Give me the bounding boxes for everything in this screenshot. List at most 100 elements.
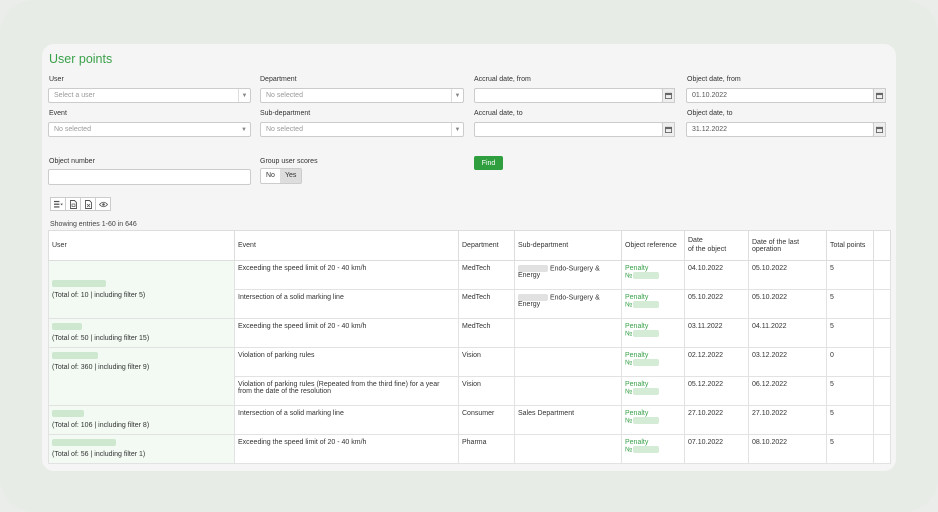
reference-cell[interactable]: Penalty № <box>621 289 685 319</box>
chevron-down-icon: ▼ <box>241 126 247 133</box>
calendar-icon[interactable] <box>873 122 886 137</box>
table-row[interactable]: (Total of: 50 | including filter 15) Exc… <box>48 318 891 348</box>
reference-cell[interactable]: Penalty № <box>621 405 685 435</box>
view-button[interactable] <box>95 197 111 211</box>
date-object-cell: 07.10.2022 <box>684 434 749 464</box>
date-last-cell: 27.10.2022 <box>748 405 827 435</box>
subdepartment-label: Sub-department <box>260 110 311 117</box>
event-select[interactable]: No selected ▼ <box>48 122 251 137</box>
find-button[interactable]: Find <box>474 156 503 170</box>
reference-cell[interactable]: Penalty № <box>621 260 685 290</box>
points-cell: 0 <box>826 347 874 377</box>
col-subdepartment[interactable]: Sub-department <box>514 230 622 261</box>
user-name-redacted[interactable] <box>52 410 84 417</box>
object-to-input[interactable]: 31.12.2022 <box>686 122 874 137</box>
col-object-reference[interactable]: Object reference <box>621 230 685 261</box>
toggle-no[interactable]: No <box>261 169 280 183</box>
user-name-redacted[interactable] <box>52 352 98 359</box>
date-object-cell: 05.12.2022 <box>684 376 749 406</box>
reference-cell[interactable]: Penalty № <box>621 434 685 464</box>
accrual-from-input[interactable] <box>474 88 663 103</box>
event-cell: Exceeding the speed limit of 20 - 40 km/… <box>234 434 459 464</box>
chevron-down-icon: ▼ <box>451 89 463 102</box>
export-excel-button[interactable] <box>80 197 96 211</box>
user-name-redacted[interactable] <box>52 280 106 287</box>
object-number-input[interactable] <box>48 169 251 185</box>
table-toolbar <box>50 197 111 211</box>
date-last-cell: 05.10.2022 <box>748 260 827 290</box>
list-icon <box>53 200 63 208</box>
event-cell: Intersection of a solid marking line <box>234 405 459 435</box>
col-date-last[interactable]: Date of the last operation <box>748 230 827 261</box>
points-cell: 5 <box>826 289 874 319</box>
chevron-down-icon: ▼ <box>451 123 463 136</box>
main-panel: User points User Department Accrual date… <box>42 44 896 471</box>
group-scores-label: Group user scores <box>260 158 318 165</box>
user-label: User <box>49 76 64 83</box>
table-row[interactable]: (Total of: 360 | including filter 9) Vio… <box>48 347 891 406</box>
reference-cell[interactable]: Penalty № <box>621 347 685 377</box>
department-cell: MedTech <box>458 289 515 319</box>
table-row[interactable]: (Total of: 10 | including filter 5) Exce… <box>48 260 891 319</box>
col-spacer <box>873 230 891 261</box>
date-last-cell: 03.12.2022 <box>748 347 827 377</box>
col-event[interactable]: Event <box>234 230 459 261</box>
department-cell: Pharma <box>458 434 515 464</box>
department-cell: Consumer <box>458 405 515 435</box>
user-name-redacted[interactable] <box>52 439 116 446</box>
subdepartment-cell: Endo-Surgery & Energy <box>514 260 622 290</box>
user-total: (Total of: 10 | including filter 5) <box>52 292 146 299</box>
col-user[interactable]: User <box>48 230 235 261</box>
subdepartment-cell <box>514 318 622 348</box>
toggle-yes[interactable]: Yes <box>279 169 302 183</box>
columns-menu-button[interactable] <box>50 197 66 211</box>
department-label: Department <box>260 76 297 83</box>
reference-cell[interactable]: Penalty № <box>621 376 685 406</box>
object-from-label: Object date, from <box>687 76 741 83</box>
table-row[interactable]: (Total of: 56 | including filter 1) Exce… <box>48 434 891 464</box>
subdepartment-cell <box>514 347 622 377</box>
user-cell: (Total of: 10 | including filter 5) <box>48 260 235 319</box>
calendar-icon[interactable] <box>873 88 886 103</box>
date-last-cell: 06.12.2022 <box>748 376 827 406</box>
user-cell: (Total of: 50 | including filter 15) <box>48 318 235 348</box>
user-name-redacted[interactable] <box>52 323 82 330</box>
user-total: (Total of: 106 | including filter 8) <box>52 422 150 429</box>
export-pdf-button[interactable] <box>65 197 81 211</box>
points-cell: 5 <box>826 260 874 290</box>
calendar-icon[interactable] <box>662 122 675 137</box>
col-date-object[interactable]: Date of the object <box>684 230 749 261</box>
event-cell: Exceeding the speed limit of 20 - 40 km/… <box>234 318 459 348</box>
accrual-from-label: Accrual date, from <box>474 76 531 83</box>
calendar-icon[interactable] <box>662 88 675 103</box>
entries-count: Showing entries 1-60 in 646 <box>50 221 137 228</box>
object-to-label: Object date, to <box>687 110 733 117</box>
user-total: (Total of: 360 | including filter 9) <box>52 364 150 371</box>
group-scores-toggle[interactable]: No Yes <box>260 168 303 184</box>
table-row[interactable]: (Total of: 106 | including filter 8) Int… <box>48 405 891 435</box>
date-last-cell: 08.10.2022 <box>748 434 827 464</box>
user-total: (Total of: 50 | including filter 15) <box>52 335 150 342</box>
object-from-input[interactable]: 01.10.2022 <box>686 88 874 103</box>
col-department[interactable]: Department <box>458 230 515 261</box>
reference-cell[interactable]: Penalty № <box>621 318 685 348</box>
accrual-to-label: Accrual date, to <box>474 110 523 117</box>
date-object-cell: 27.10.2022 <box>684 405 749 435</box>
department-cell: MedTech <box>458 318 515 348</box>
user-cell: (Total of: 56 | including filter 1) <box>48 434 235 464</box>
table-header: User Event Department Sub-department Obj… <box>48 230 891 261</box>
user-cell: (Total of: 360 | including filter 9) <box>48 347 235 406</box>
event-cell: Exceeding the speed limit of 20 - 40 km/… <box>234 260 459 290</box>
col-total-points[interactable]: Total points <box>826 230 874 261</box>
department-select[interactable]: No selected ▼ <box>260 88 464 103</box>
department-cell: Vision <box>458 376 515 406</box>
event-cell: Violation of parking rules (Repeated fro… <box>234 376 459 406</box>
user-select[interactable]: Select a user ▼ <box>48 88 251 103</box>
document-icon <box>69 199 77 209</box>
accrual-to-input[interactable] <box>474 122 663 137</box>
subdepartment-cell: Sales Department <box>514 405 622 435</box>
event-cell: Violation of parking rules <box>234 347 459 377</box>
eye-icon <box>98 201 108 207</box>
subdepartment-select[interactable]: No selected ▼ <box>260 122 464 137</box>
points-cell: 5 <box>826 405 874 435</box>
